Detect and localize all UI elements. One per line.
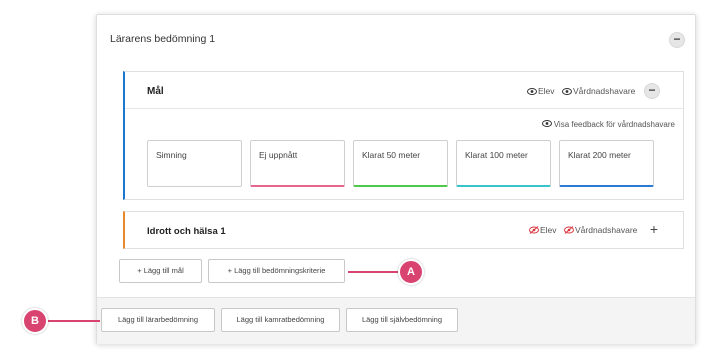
visibility-student-label: Elev xyxy=(538,86,555,96)
criterion-card[interactable]: Ej uppnått xyxy=(250,140,345,187)
eye-slash-icon xyxy=(529,226,539,236)
marker-b: B xyxy=(22,308,48,334)
marker-a: A xyxy=(398,259,424,285)
divider xyxy=(125,108,683,109)
assessment-card: Lärarens bedömning 1 − Mål Elev Vårdnads… xyxy=(96,14,696,344)
marker-a-line xyxy=(348,271,404,273)
visibility-guardian-hidden[interactable]: Vårdnadshavare xyxy=(564,225,637,236)
criterion-label: Klarat 50 meter xyxy=(362,150,421,160)
feedback-link-label: Visa feedback för vårdnadshavare xyxy=(553,120,675,129)
subject-panel-title: Idrott och hälsa 1 xyxy=(147,226,226,237)
eye-icon xyxy=(527,87,537,97)
card-title: Lärarens bedömning 1 xyxy=(110,33,216,45)
criterion-label: Simning xyxy=(156,150,187,160)
criterion-label: Ej uppnått xyxy=(259,150,298,160)
visibility-guardian[interactable]: Vårdnadshavare xyxy=(562,86,635,97)
add-goal-button[interactable]: + Lägg till mål xyxy=(119,259,202,283)
goal-panel-title: Mål xyxy=(147,86,164,97)
add-criteria-button[interactable]: + Lägg till bedömningskriterie xyxy=(208,259,345,283)
collapse-card-button[interactable]: − xyxy=(669,32,685,48)
criterion-card[interactable]: Klarat 100 meter xyxy=(456,140,551,187)
expand-subject-button[interactable]: + xyxy=(646,222,662,238)
criterion-label: Klarat 100 meter xyxy=(465,150,528,160)
criterion-label: Klarat 200 meter xyxy=(568,150,631,160)
add-teacher-assessment-button[interactable]: Lägg till lärarbedömning xyxy=(101,308,215,332)
visibility-guardian-label: Vårdnadshavare xyxy=(575,225,638,235)
collapse-goal-button[interactable]: − xyxy=(644,83,660,99)
card-header: Lärarens bedömning 1 − xyxy=(97,15,695,63)
show-guardian-feedback-link[interactable]: Visa feedback för vårdnadshavare xyxy=(541,120,675,129)
add-self-assessment-button[interactable]: Lägg till självbedömning xyxy=(346,308,458,332)
visibility-student-hidden[interactable]: Elev xyxy=(529,225,557,236)
add-peer-assessment-button[interactable]: Lägg till kamratbedömning xyxy=(221,308,340,332)
marker-b-line xyxy=(44,320,100,322)
eye-icon xyxy=(541,120,554,129)
criterion-card[interactable]: Klarat 50 meter xyxy=(353,140,448,187)
criterion-card[interactable]: Simning xyxy=(147,140,242,187)
eye-slash-icon xyxy=(564,226,574,236)
goal-panel: Mål Elev Vårdnadshavare − Visa feedback … xyxy=(123,71,684,200)
subject-panel: Idrott och hälsa 1 Elev Vårdnadshavare + xyxy=(123,211,684,249)
visibility-student-label: Elev xyxy=(540,225,557,235)
criterion-card[interactable]: Klarat 200 meter xyxy=(559,140,654,187)
visibility-student[interactable]: Elev xyxy=(527,86,555,97)
visibility-guardian-label: Vårdnadshavare xyxy=(573,86,636,96)
eye-icon xyxy=(562,87,572,97)
card-footer: Lägg till lärarbedömning Lägg till kamra… xyxy=(97,297,695,344)
